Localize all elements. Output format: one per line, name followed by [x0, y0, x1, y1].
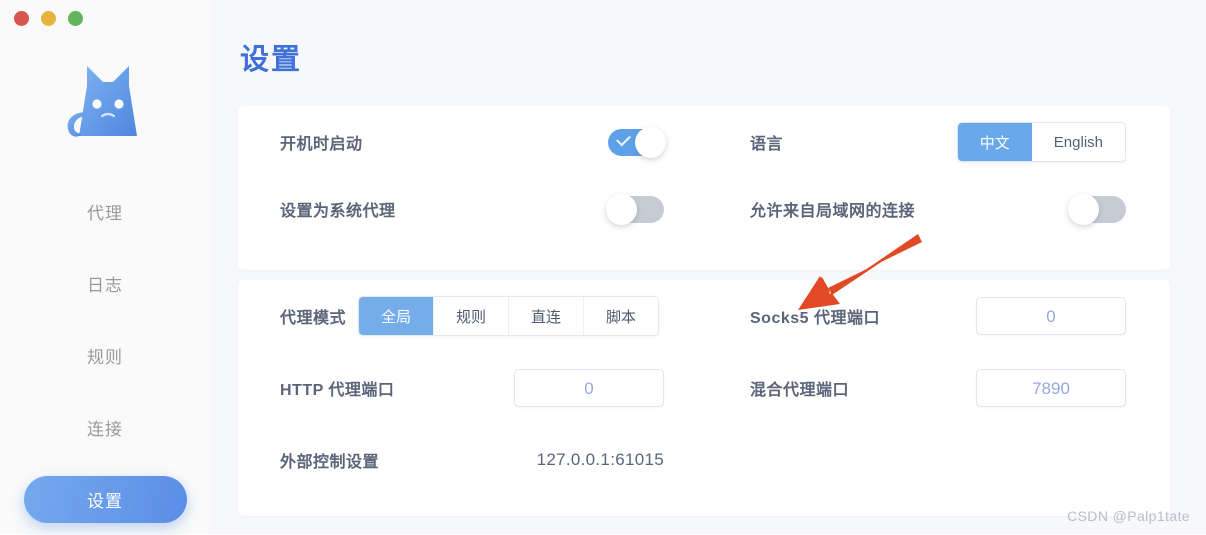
page-title: 设置 [240, 44, 303, 76]
language-option-chinese[interactable]: 中文 [957, 123, 1032, 161]
setting-row-external-controller: 外部控制设置 127.0.0.1:61015 [238, 424, 708, 496]
app-window: 代理 日志 规则 连接 设置 设置 开机时启动 语言 中文 English 设置… [0, 0, 1206, 534]
main-content: 设置 开机时启动 语言 中文 English 设置为系统代理 允许来自局域网的连… [210, 0, 1206, 534]
toggle-knob [1068, 193, 1099, 225]
sidebar-item-proxy[interactable]: 代理 [0, 175, 210, 247]
watermark: CSDN @Palp1tate [1067, 508, 1190, 524]
sidebar-item-rules[interactable]: 规则 [0, 319, 210, 391]
tab-rule[interactable]: 规则 [433, 297, 509, 335]
setting-label: 代理模式 [280, 310, 347, 327]
toggle-knob [635, 126, 666, 158]
sidebar-item-label: 设置 [87, 491, 123, 511]
sidebar-item-label: 规则 [87, 347, 123, 367]
proxy-settings-card: 代理模式 全局 规则 直连 脚本 Socks5 代理端口 0 HTTP 代理端口… [238, 280, 1170, 516]
clash-cat-logo-icon [67, 66, 137, 137]
tab-global[interactable]: 全局 [359, 297, 434, 335]
setting-row-proxy-mode: 代理模式 全局 规则 直连 脚本 [238, 280, 708, 352]
sidebar-item-label: 连接 [87, 419, 123, 439]
setting-label: Socks5 代理端口 [750, 310, 880, 327]
sidebar-active-pill[interactable]: 设置 [23, 475, 187, 523]
general-settings-grid: 开机时启动 语言 中文 English 设置为系统代理 允许来自局域网的连接 [238, 106, 1170, 240]
sidebar-item-logs[interactable]: 日志 [0, 247, 210, 319]
general-settings-card: 开机时启动 语言 中文 English 设置为系统代理 允许来自局域网的连接 [238, 106, 1170, 270]
setting-label: HTTP 代理端口 [280, 382, 395, 399]
minimize-button[interactable] [41, 11, 56, 26]
setting-label: 混合代理端口 [750, 382, 850, 399]
check-icon [616, 131, 631, 146]
setting-row-empty [708, 424, 1170, 496]
tab-direct[interactable]: 直连 [508, 297, 584, 335]
toggle-knob [606, 193, 637, 225]
app-logo [0, 52, 210, 148]
setting-row-system-proxy: 设置为系统代理 [238, 178, 708, 240]
setting-row-mixed-port: 混合代理端口 7890 [708, 352, 1170, 424]
sidebar-nav: 代理 日志 规则 连接 设置 [0, 175, 210, 535]
setting-label: 外部控制设置 [280, 454, 380, 471]
setting-row-launch-on-startup: 开机时启动 [238, 106, 708, 178]
allow-lan-toggle[interactable] [1068, 193, 1126, 225]
window-controls [14, 11, 83, 26]
close-button[interactable] [14, 11, 29, 26]
maximize-button[interactable] [68, 11, 83, 26]
language-option-english[interactable]: English [1031, 123, 1125, 161]
http-port-input[interactable]: 0 [514, 369, 664, 407]
system-proxy-toggle[interactable] [606, 193, 664, 225]
sidebar-item-connections[interactable]: 连接 [0, 391, 210, 463]
socks5-port-input[interactable]: 0 [976, 297, 1126, 335]
setting-label: 开机时启动 [280, 136, 363, 153]
language-segmented-control: 中文 English [956, 122, 1126, 162]
external-controller-value: 127.0.0.1:61015 [536, 450, 664, 469]
proxy-settings-grid: 代理模式 全局 规则 直连 脚本 Socks5 代理端口 0 HTTP 代理端口… [238, 280, 1170, 496]
launch-on-startup-toggle[interactable] [608, 126, 666, 158]
tab-script[interactable]: 脚本 [583, 297, 659, 335]
setting-row-allow-lan: 允许来自局域网的连接 [708, 178, 1170, 240]
sidebar-item-label: 代理 [87, 203, 123, 223]
sidebar-item-settings[interactable]: 设置 [0, 463, 210, 535]
setting-label: 语言 [750, 136, 784, 153]
setting-row-http-port: HTTP 代理端口 0 [238, 352, 708, 424]
sidebar-item-label: 日志 [87, 275, 123, 295]
setting-label: 设置为系统代理 [280, 203, 396, 220]
mixed-port-input[interactable]: 7890 [976, 369, 1126, 407]
setting-row-language: 语言 中文 English [708, 106, 1170, 178]
proxy-mode-tabs: 全局 规则 直连 脚本 [358, 296, 660, 336]
setting-label: 允许来自局域网的连接 [750, 203, 916, 220]
setting-row-socks5-port: Socks5 代理端口 0 [708, 280, 1170, 352]
sidebar: 代理 日志 规则 连接 设置 [0, 0, 210, 534]
